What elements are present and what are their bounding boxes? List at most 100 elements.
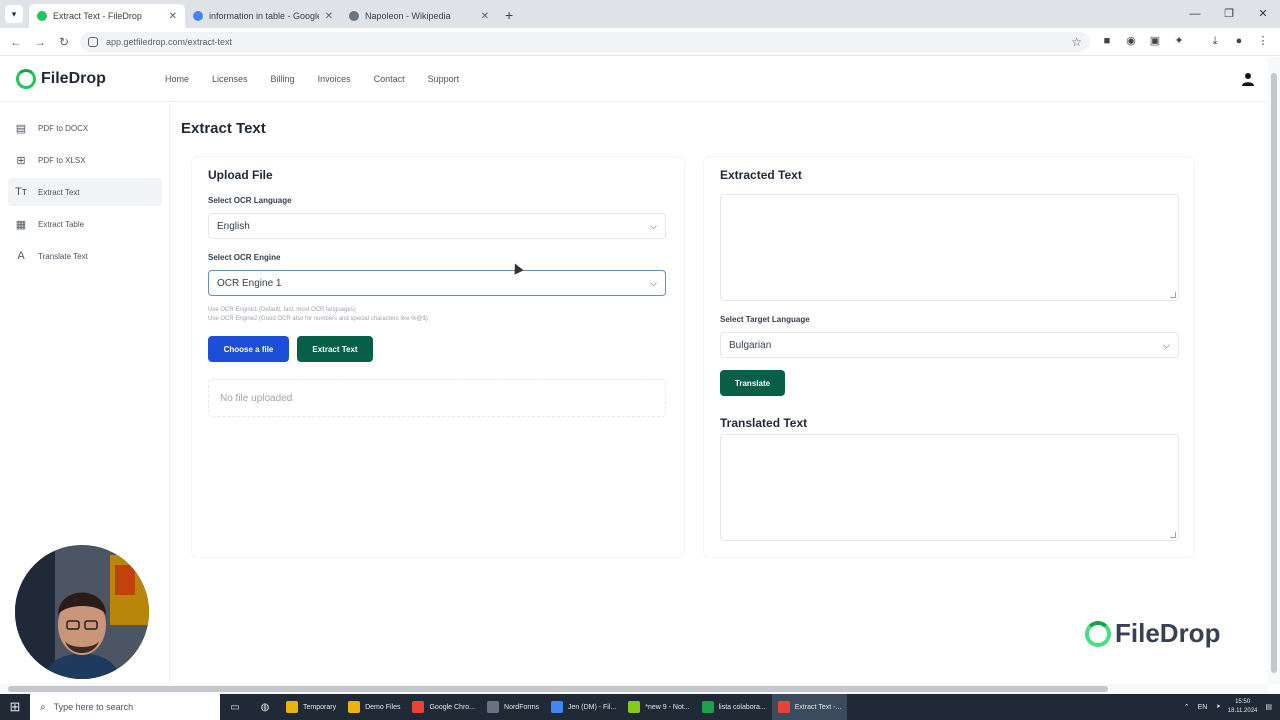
back-icon[interactable]: ← (4, 35, 28, 49)
sidebar-item-pdf-to-docx[interactable]: ▤ PDF to DOCX (8, 114, 162, 142)
taskbar-app-icon (701, 701, 714, 713)
taskbar-app-label: Demo Files (365, 703, 401, 711)
address-bar[interactable]: app.getfiledrop.com/extract-text ☆ (80, 32, 1090, 52)
taskbar-app-label: Google Chro... (429, 703, 476, 711)
taskbar-app-icon (551, 701, 564, 713)
new-tab-button[interactable]: + (505, 7, 513, 23)
taskbar-app[interactable]: Extract Text -... (771, 694, 848, 720)
vertical-scrollbar[interactable] (1268, 57, 1280, 684)
windows-taskbar: ⊞ ⌕ Type here to search ▭ ◍ Temporary Dem… (0, 694, 1280, 720)
nav-licenses[interactable]: Licenses (212, 74, 248, 84)
pinned-app-icon[interactable]: ◍ (250, 694, 280, 720)
translate-button[interactable]: Translate (720, 370, 785, 396)
taskbar-app-label: Temporary (303, 703, 337, 711)
taskbar-app[interactable]: Google Chro... (406, 694, 481, 720)
filedrop-logo-icon (16, 69, 36, 89)
browser-tab[interactable]: Napoleon - Wikipedia ✕ (341, 4, 497, 28)
tray-chevron-icon[interactable]: ⌃ (1184, 703, 1190, 711)
windows-start-icon[interactable]: ⊞ (0, 694, 30, 720)
nav-support[interactable]: Support (428, 74, 460, 84)
taskbar-app[interactable]: Temporary (280, 694, 342, 720)
taskbar-app-icon (628, 701, 641, 713)
xlsx-icon: ⊞ (16, 154, 26, 167)
minimize-button[interactable]: — (1178, 0, 1212, 28)
nav-billing[interactable]: Billing (271, 74, 295, 84)
extensions-area: ■ ◉ ▣ ✦ ⤓ ● ⋮ (1100, 34, 1270, 48)
close-window-button[interactable]: ✕ (1246, 0, 1280, 28)
file-dropzone[interactable]: No file uploaded (208, 379, 666, 417)
taskbar-search[interactable]: ⌕ Type here to search (30, 694, 220, 720)
tab-close-icon[interactable]: ✕ (169, 11, 177, 22)
taskbar-app[interactable]: Demo Files (342, 694, 406, 720)
taskbar-app[interactable]: NordForms (481, 694, 545, 720)
taskbar-app[interactable]: *new 9 - Not... (622, 694, 695, 720)
browser-toolbar: ← → ↻ app.getfiledrop.com/extract-text ☆… (0, 28, 1280, 56)
sidebar-item-label: Extract Table (38, 219, 85, 229)
horizontal-scrollbar[interactable] (0, 684, 1268, 694)
docx-icon: ▤ (15, 122, 27, 135)
app-header: FileDrop Home Licenses Billing Invoices … (0, 57, 1268, 102)
extension-icon[interactable]: ▣ (1148, 34, 1162, 48)
taskbar-app-icon (412, 701, 425, 713)
ocr-engine-hint-line: Use OCR Engine2 (Good OCR also for numbe… (208, 316, 428, 322)
taskbar-clock[interactable]: 15:50 18.11.2024 (1228, 698, 1258, 716)
taskbar-app-icon (487, 701, 500, 713)
tab-title: information in table - Google Se (209, 11, 319, 21)
translated-text-area[interactable] (720, 434, 1179, 541)
ocr-language-select[interactable]: English ⌵ (208, 213, 666, 239)
browser-menu-icon[interactable]: ⋮ (1256, 34, 1270, 48)
ocr-engine-hint: Use OCR Engine1 (Default, fast, most OCR… (208, 306, 428, 324)
extracted-text-area[interactable] (720, 194, 1179, 301)
ocr-engine-select[interactable]: OCR Engine 1 ⌵ (208, 270, 666, 296)
sidebar-item-translate-text[interactable]: A Translate Text (8, 242, 162, 270)
nav-home[interactable]: Home (165, 74, 189, 84)
reload-icon[interactable]: ↻ (52, 35, 76, 49)
url-text[interactable]: app.getfiledrop.com/extract-text (106, 37, 232, 47)
volume-icon[interactable]: 🕨 (1215, 703, 1219, 711)
taskbar-app-label: Jen (DM) - Fil... (568, 703, 617, 711)
target-language-select[interactable]: Bulgarian ⌵ (720, 332, 1179, 358)
tab-close-icon[interactable]: ✕ (325, 11, 333, 22)
user-account-icon[interactable] (1242, 72, 1254, 86)
profile-icon[interactable]: ● (1232, 34, 1246, 48)
bookmark-star-icon[interactable]: ☆ (1071, 35, 1082, 49)
extension-icon[interactable]: ◉ (1124, 34, 1138, 48)
ocr-engine-value: OCR Engine 1 (217, 277, 282, 289)
taskbar-app[interactable]: Jen (DM) - Fil... (545, 694, 622, 720)
restore-button[interactable]: ❐ (1212, 0, 1246, 28)
taskbar-app-label: *new 9 - Not... (645, 703, 690, 711)
task-view-icon[interactable]: ▭ (220, 694, 250, 720)
taskbar-app-icon (348, 701, 361, 713)
filedrop-watermark-logo: FileDrop (1085, 618, 1220, 649)
translate-icon: A (17, 250, 25, 262)
site-info-icon[interactable] (88, 37, 98, 47)
extension-icon[interactable]: ■ (1100, 34, 1114, 48)
tab-title: Extract Text - FileDrop (53, 11, 142, 21)
download-icon[interactable]: ⤓ (1208, 34, 1222, 48)
scrollbar-thumb[interactable] (8, 686, 1108, 692)
browser-tab[interactable]: information in table - Google Se ✕ (185, 4, 341, 28)
tab-favicon-icon (349, 11, 359, 21)
sidebar-item-extract-text[interactable]: Tт Extract Text (8, 178, 162, 206)
ocr-language-label: Select OCR Language (208, 196, 292, 205)
scrollbar-thumb[interactable] (1271, 73, 1277, 673)
sidebar-item-extract-table[interactable]: ▦ Extract Table (8, 210, 162, 238)
nav-contact[interactable]: Contact (374, 74, 405, 84)
notifications-icon[interactable]: ▤ (1265, 703, 1272, 711)
choose-file-button[interactable]: Choose a file (208, 336, 289, 362)
target-language-value: Bulgarian (729, 339, 772, 351)
extensions-puzzle-icon[interactable]: ✦ (1172, 34, 1186, 48)
ocr-engine-label: Select OCR Engine (208, 253, 281, 262)
extract-text-button[interactable]: Extract Text (297, 336, 373, 362)
browser-tab[interactable]: Extract Text - FileDrop ✕ (29, 4, 185, 28)
tab-close-icon[interactable]: ✕ (481, 11, 489, 22)
tab-search-button[interactable]: ▾ (5, 5, 23, 23)
taskbar-app-label: NordForms (504, 703, 540, 711)
taskbar-app[interactable]: lista colabora... (696, 694, 772, 720)
language-indicator[interactable]: EN (1198, 704, 1208, 711)
nav-invoices[interactable]: Invoices (318, 74, 351, 84)
sidebar-item-pdf-to-xlsx[interactable]: ⊞ PDF to XLSX (8, 146, 162, 174)
text-icon: Tт (15, 186, 27, 198)
filedrop-logo[interactable]: FileDrop (16, 69, 106, 89)
forward-icon[interactable]: → (28, 35, 52, 49)
